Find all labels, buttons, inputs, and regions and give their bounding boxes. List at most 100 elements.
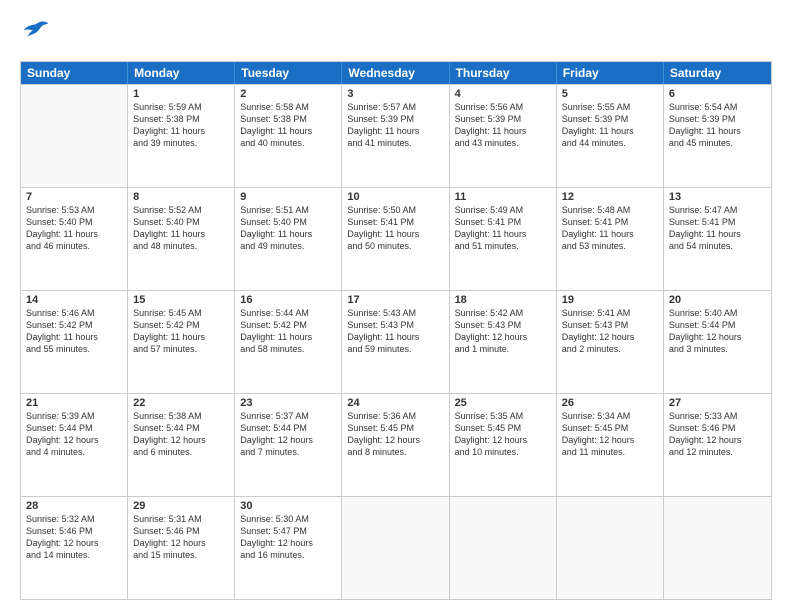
day-number: 28 xyxy=(26,500,122,512)
cell-details: Sunrise: 5:43 AMSunset: 5:43 PMDaylight:… xyxy=(347,307,443,356)
calendar-cell xyxy=(450,497,557,599)
day-number: 13 xyxy=(669,191,766,203)
calendar-cell: 21Sunrise: 5:39 AMSunset: 5:44 PMDayligh… xyxy=(21,394,128,496)
logo xyxy=(20,18,50,51)
calendar-cell: 10Sunrise: 5:50 AMSunset: 5:41 PMDayligh… xyxy=(342,188,449,290)
cell-details: Sunrise: 5:58 AMSunset: 5:38 PMDaylight:… xyxy=(240,101,336,150)
header-cell-saturday: Saturday xyxy=(664,62,771,84)
calendar-cell: 5Sunrise: 5:55 AMSunset: 5:39 PMDaylight… xyxy=(557,85,664,187)
day-number: 19 xyxy=(562,294,658,306)
calendar-cell: 25Sunrise: 5:35 AMSunset: 5:45 PMDayligh… xyxy=(450,394,557,496)
day-number: 30 xyxy=(240,500,336,512)
day-number: 29 xyxy=(133,500,229,512)
cell-details: Sunrise: 5:41 AMSunset: 5:43 PMDaylight:… xyxy=(562,307,658,356)
calendar-cell: 28Sunrise: 5:32 AMSunset: 5:46 PMDayligh… xyxy=(21,497,128,599)
day-number: 12 xyxy=(562,191,658,203)
calendar-cell: 18Sunrise: 5:42 AMSunset: 5:43 PMDayligh… xyxy=(450,291,557,393)
calendar-header: SundayMondayTuesdayWednesdayThursdayFrid… xyxy=(21,62,771,84)
cell-details: Sunrise: 5:54 AMSunset: 5:39 PMDaylight:… xyxy=(669,101,766,150)
cell-details: Sunrise: 5:36 AMSunset: 5:45 PMDaylight:… xyxy=(347,410,443,459)
calendar-cell: 22Sunrise: 5:38 AMSunset: 5:44 PMDayligh… xyxy=(128,394,235,496)
day-number: 20 xyxy=(669,294,766,306)
header-cell-monday: Monday xyxy=(128,62,235,84)
calendar-cell: 8Sunrise: 5:52 AMSunset: 5:40 PMDaylight… xyxy=(128,188,235,290)
cell-details: Sunrise: 5:46 AMSunset: 5:42 PMDaylight:… xyxy=(26,307,122,356)
calendar-cell xyxy=(21,85,128,187)
cell-details: Sunrise: 5:47 AMSunset: 5:41 PMDaylight:… xyxy=(669,204,766,253)
calendar-cell: 20Sunrise: 5:40 AMSunset: 5:44 PMDayligh… xyxy=(664,291,771,393)
calendar-body: 1Sunrise: 5:59 AMSunset: 5:38 PMDaylight… xyxy=(21,84,771,599)
header-cell-tuesday: Tuesday xyxy=(235,62,342,84)
calendar-cell: 12Sunrise: 5:48 AMSunset: 5:41 PMDayligh… xyxy=(557,188,664,290)
calendar-cell: 17Sunrise: 5:43 AMSunset: 5:43 PMDayligh… xyxy=(342,291,449,393)
day-number: 22 xyxy=(133,397,229,409)
header-cell-sunday: Sunday xyxy=(21,62,128,84)
calendar-cell: 24Sunrise: 5:36 AMSunset: 5:45 PMDayligh… xyxy=(342,394,449,496)
cell-details: Sunrise: 5:44 AMSunset: 5:42 PMDaylight:… xyxy=(240,307,336,356)
calendar-cell xyxy=(342,497,449,599)
day-number: 24 xyxy=(347,397,443,409)
cell-details: Sunrise: 5:35 AMSunset: 5:45 PMDaylight:… xyxy=(455,410,551,459)
calendar-cell: 11Sunrise: 5:49 AMSunset: 5:41 PMDayligh… xyxy=(450,188,557,290)
day-number: 14 xyxy=(26,294,122,306)
calendar-cell: 7Sunrise: 5:53 AMSunset: 5:40 PMDaylight… xyxy=(21,188,128,290)
calendar: SundayMondayTuesdayWednesdayThursdayFrid… xyxy=(20,61,772,600)
calendar-row-1: 7Sunrise: 5:53 AMSunset: 5:40 PMDaylight… xyxy=(21,187,771,290)
cell-details: Sunrise: 5:39 AMSunset: 5:44 PMDaylight:… xyxy=(26,410,122,459)
cell-details: Sunrise: 5:31 AMSunset: 5:46 PMDaylight:… xyxy=(133,513,229,562)
day-number: 3 xyxy=(347,88,443,100)
calendar-cell: 23Sunrise: 5:37 AMSunset: 5:44 PMDayligh… xyxy=(235,394,342,496)
day-number: 23 xyxy=(240,397,336,409)
cell-details: Sunrise: 5:38 AMSunset: 5:44 PMDaylight:… xyxy=(133,410,229,459)
calendar-cell: 14Sunrise: 5:46 AMSunset: 5:42 PMDayligh… xyxy=(21,291,128,393)
calendar-cell: 30Sunrise: 5:30 AMSunset: 5:47 PMDayligh… xyxy=(235,497,342,599)
calendar-row-3: 21Sunrise: 5:39 AMSunset: 5:44 PMDayligh… xyxy=(21,393,771,496)
day-number: 11 xyxy=(455,191,551,203)
cell-details: Sunrise: 5:30 AMSunset: 5:47 PMDaylight:… xyxy=(240,513,336,562)
cell-details: Sunrise: 5:33 AMSunset: 5:46 PMDaylight:… xyxy=(669,410,766,459)
calendar-cell: 4Sunrise: 5:56 AMSunset: 5:39 PMDaylight… xyxy=(450,85,557,187)
logo-icon xyxy=(22,18,50,46)
day-number: 16 xyxy=(240,294,336,306)
cell-details: Sunrise: 5:34 AMSunset: 5:45 PMDaylight:… xyxy=(562,410,658,459)
calendar-row-4: 28Sunrise: 5:32 AMSunset: 5:46 PMDayligh… xyxy=(21,496,771,599)
calendar-cell: 15Sunrise: 5:45 AMSunset: 5:42 PMDayligh… xyxy=(128,291,235,393)
calendar-cell: 2Sunrise: 5:58 AMSunset: 5:38 PMDaylight… xyxy=(235,85,342,187)
day-number: 10 xyxy=(347,191,443,203)
calendar-cell: 29Sunrise: 5:31 AMSunset: 5:46 PMDayligh… xyxy=(128,497,235,599)
cell-details: Sunrise: 5:50 AMSunset: 5:41 PMDaylight:… xyxy=(347,204,443,253)
cell-details: Sunrise: 5:52 AMSunset: 5:40 PMDaylight:… xyxy=(133,204,229,253)
header xyxy=(20,18,772,51)
cell-details: Sunrise: 5:55 AMSunset: 5:39 PMDaylight:… xyxy=(562,101,658,150)
calendar-cell: 13Sunrise: 5:47 AMSunset: 5:41 PMDayligh… xyxy=(664,188,771,290)
cell-details: Sunrise: 5:45 AMSunset: 5:42 PMDaylight:… xyxy=(133,307,229,356)
day-number: 8 xyxy=(133,191,229,203)
day-number: 15 xyxy=(133,294,229,306)
calendar-cell: 27Sunrise: 5:33 AMSunset: 5:46 PMDayligh… xyxy=(664,394,771,496)
cell-details: Sunrise: 5:48 AMSunset: 5:41 PMDaylight:… xyxy=(562,204,658,253)
calendar-cell: 19Sunrise: 5:41 AMSunset: 5:43 PMDayligh… xyxy=(557,291,664,393)
day-number: 25 xyxy=(455,397,551,409)
cell-details: Sunrise: 5:32 AMSunset: 5:46 PMDaylight:… xyxy=(26,513,122,562)
day-number: 1 xyxy=(133,88,229,100)
cell-details: Sunrise: 5:51 AMSunset: 5:40 PMDaylight:… xyxy=(240,204,336,253)
cell-details: Sunrise: 5:49 AMSunset: 5:41 PMDaylight:… xyxy=(455,204,551,253)
calendar-cell: 9Sunrise: 5:51 AMSunset: 5:40 PMDaylight… xyxy=(235,188,342,290)
cell-details: Sunrise: 5:40 AMSunset: 5:44 PMDaylight:… xyxy=(669,307,766,356)
day-number: 27 xyxy=(669,397,766,409)
day-number: 18 xyxy=(455,294,551,306)
page: SundayMondayTuesdayWednesdayThursdayFrid… xyxy=(0,0,792,612)
header-cell-thursday: Thursday xyxy=(450,62,557,84)
calendar-cell: 1Sunrise: 5:59 AMSunset: 5:38 PMDaylight… xyxy=(128,85,235,187)
header-cell-wednesday: Wednesday xyxy=(342,62,449,84)
calendar-cell xyxy=(664,497,771,599)
day-number: 2 xyxy=(240,88,336,100)
day-number: 4 xyxy=(455,88,551,100)
day-number: 7 xyxy=(26,191,122,203)
calendar-cell: 16Sunrise: 5:44 AMSunset: 5:42 PMDayligh… xyxy=(235,291,342,393)
day-number: 5 xyxy=(562,88,658,100)
calendar-cell: 26Sunrise: 5:34 AMSunset: 5:45 PMDayligh… xyxy=(557,394,664,496)
calendar-cell: 3Sunrise: 5:57 AMSunset: 5:39 PMDaylight… xyxy=(342,85,449,187)
calendar-cell xyxy=(557,497,664,599)
header-cell-friday: Friday xyxy=(557,62,664,84)
